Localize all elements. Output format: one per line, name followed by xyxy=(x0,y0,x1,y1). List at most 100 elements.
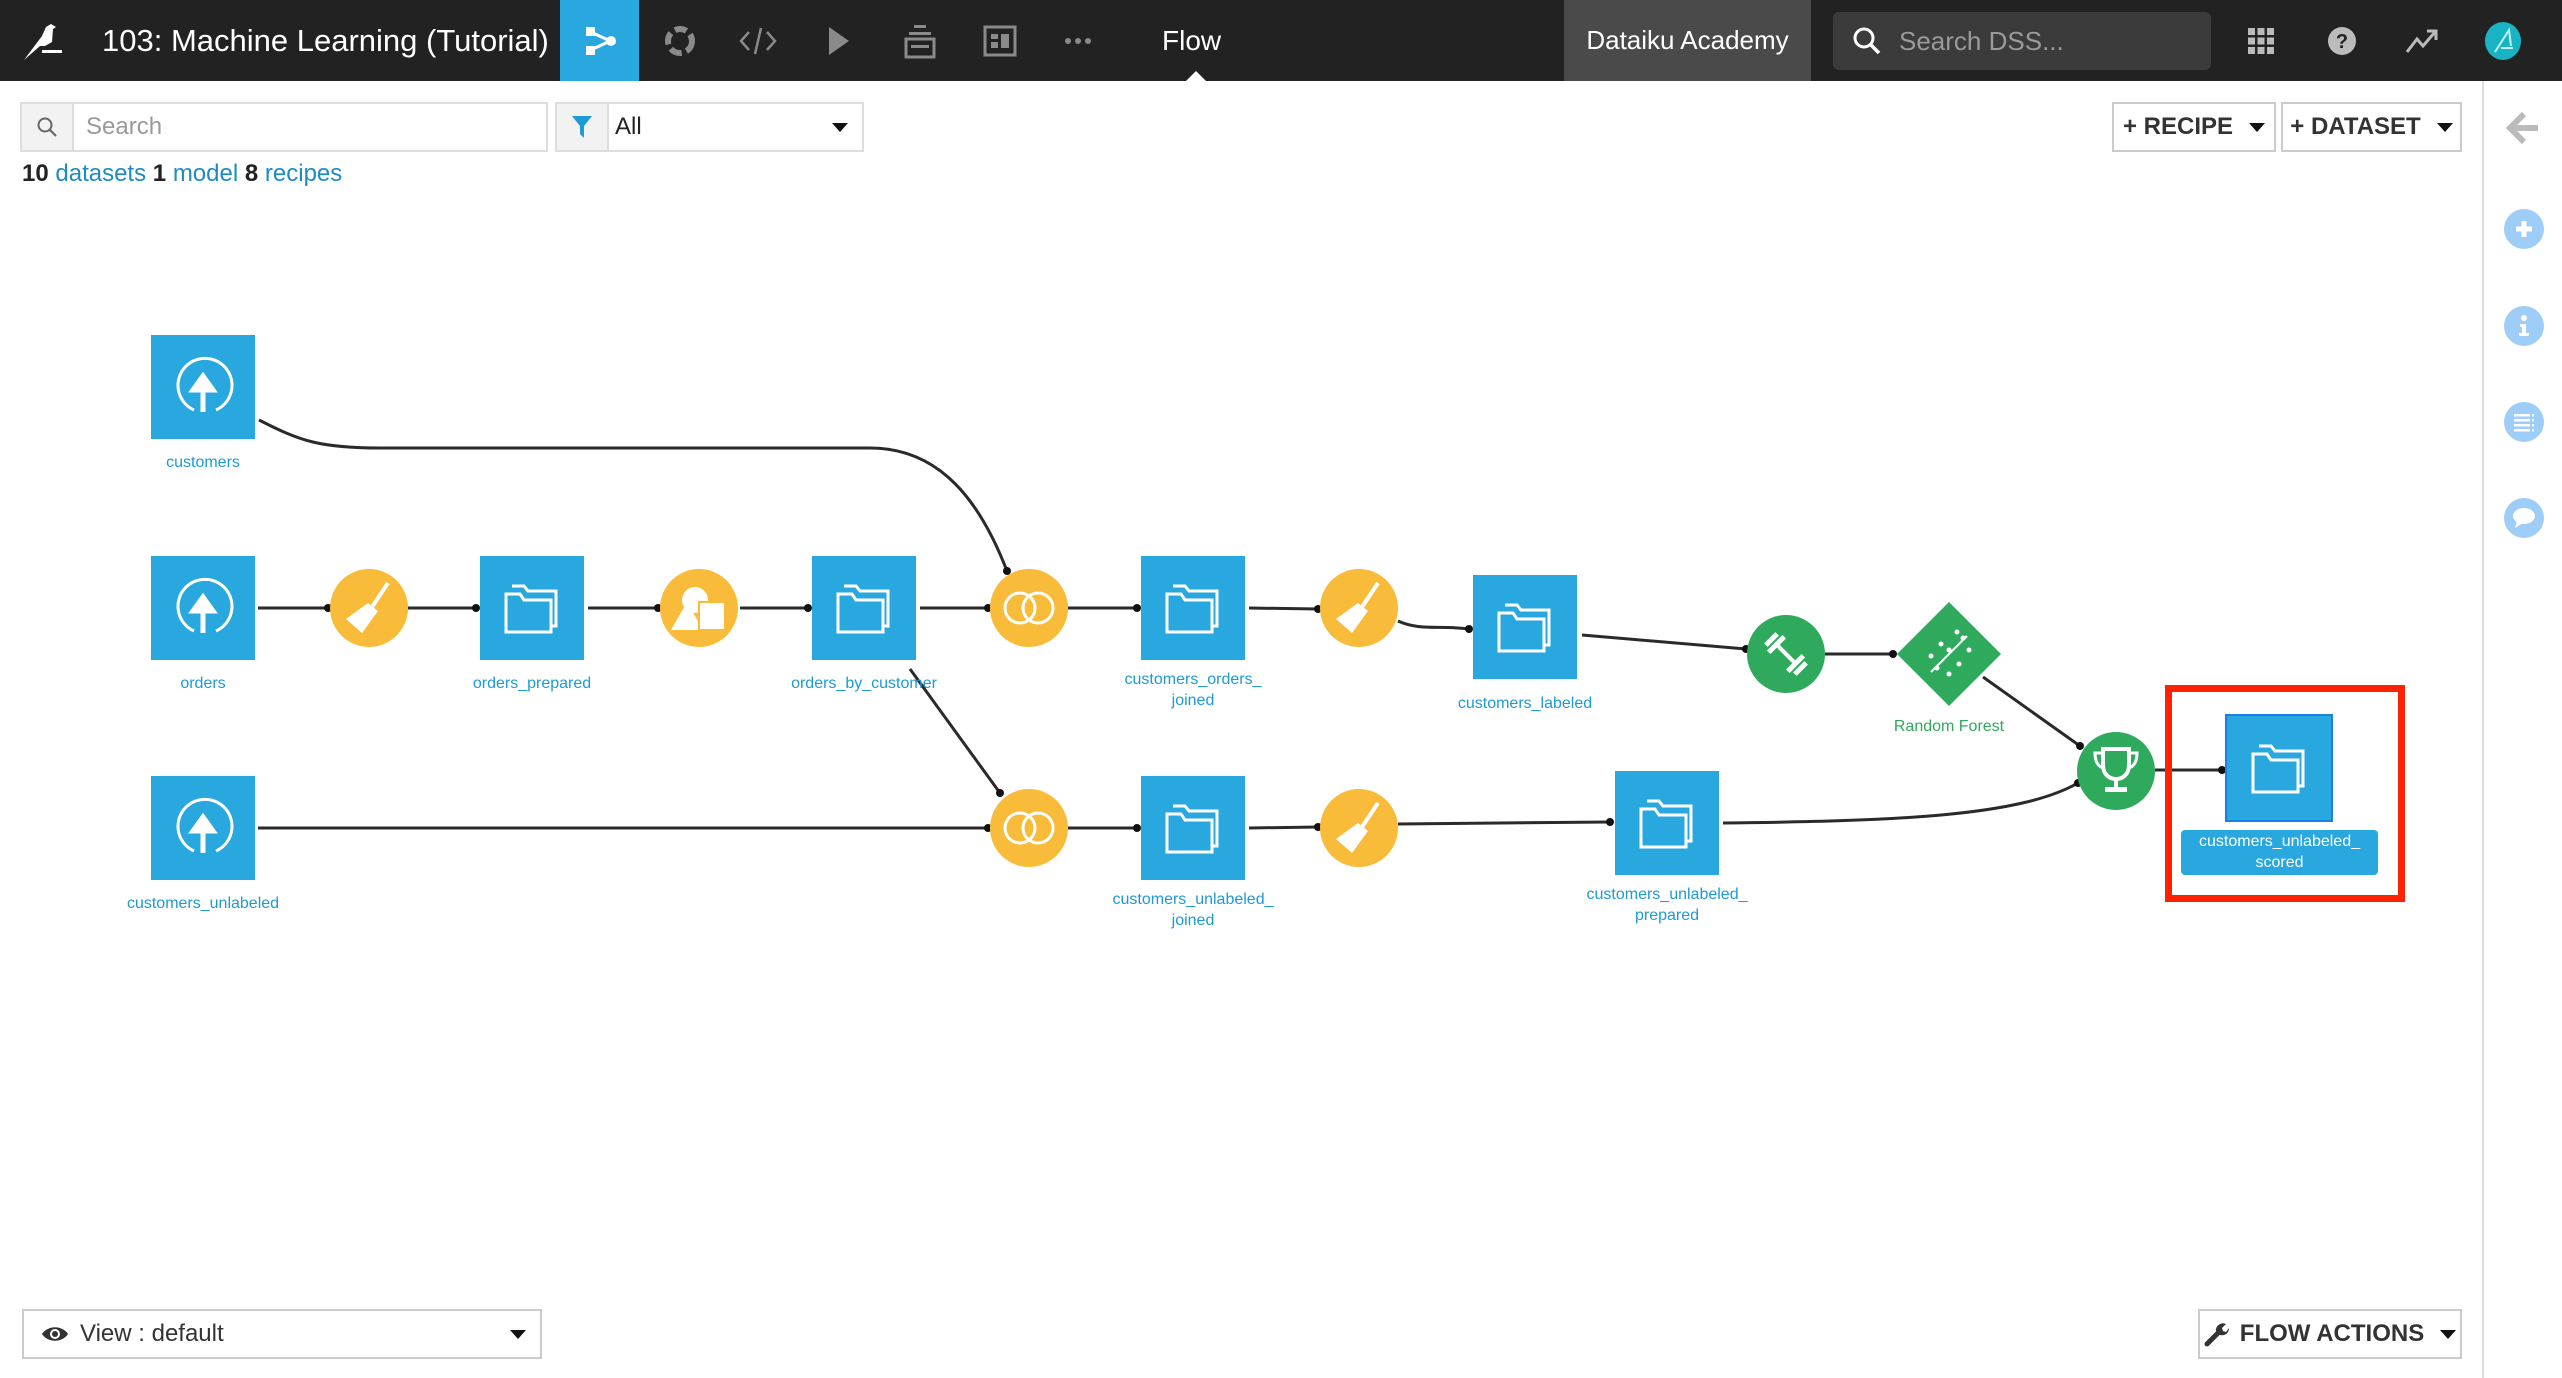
user-avatar[interactable] xyxy=(2485,22,2521,60)
broom-icon xyxy=(1336,581,1380,633)
dataset-orders-prepared[interactable] xyxy=(480,556,584,660)
global-search[interactable] xyxy=(1833,12,2211,70)
list-icon xyxy=(2514,414,2534,432)
dataset-customers[interactable] xyxy=(151,335,255,439)
recipe-prepare-orders[interactable] xyxy=(330,569,408,647)
section-indicator xyxy=(1186,71,1206,81)
label-line: customers_orders_ xyxy=(1124,671,1262,688)
flow-edges xyxy=(258,418,2226,832)
flow-nav-button[interactable] xyxy=(560,0,639,81)
recipe-group-orders[interactable] xyxy=(660,569,738,647)
edge-endpoint xyxy=(1889,650,1897,658)
grid-icon xyxy=(2248,28,2274,54)
label-line: prepared xyxy=(1634,907,1700,924)
label-line: customers_unlabeled_ xyxy=(2199,833,2360,850)
folder-icon xyxy=(836,584,890,634)
dataiku-logo-icon[interactable] xyxy=(20,18,66,64)
dataset-customers-unlabeled-prepared[interactable] xyxy=(1615,771,1719,875)
dataset-label[interactable]: orders xyxy=(103,673,303,694)
more-nav-button[interactable] xyxy=(1056,20,1100,62)
sidebar-discussions-button[interactable] xyxy=(2504,498,2544,538)
run-nav-button[interactable] xyxy=(816,20,860,62)
view-select[interactable]: View : default xyxy=(22,1309,542,1359)
dataset-customers-labeled[interactable] xyxy=(1473,575,1577,679)
sidebar-info-button[interactable] xyxy=(2504,306,2544,346)
plus-icon xyxy=(2516,221,2532,237)
more-icon xyxy=(1065,38,1091,44)
edge-endpoint xyxy=(472,604,480,612)
dashboard-nav-button[interactable] xyxy=(978,20,1022,62)
upload-icon xyxy=(176,797,234,853)
dataset-customers-unlabeled-joined[interactable] xyxy=(1141,776,1245,880)
collapse-sidebar-button[interactable] xyxy=(2505,111,2542,150)
instance-name[interactable]: Dataiku Academy xyxy=(1564,0,1811,81)
dataset-label[interactable]: orders_prepared xyxy=(432,673,632,694)
dumbbell-icon xyxy=(1764,632,1808,676)
help-icon: ? xyxy=(2328,27,2356,55)
edge-customers-join xyxy=(258,418,1009,572)
edge-endpoint xyxy=(1133,604,1141,612)
folder-icon xyxy=(1639,799,1693,849)
top-navigation-bar: 103: Machine Learning (Tutorial) Flow Da… xyxy=(0,0,2562,81)
dataset-customers-orders-joined[interactable] xyxy=(1141,556,1245,660)
recipe-prepare-customers-labeled[interactable] xyxy=(1320,569,1398,647)
dataset-label[interactable]: customers_orders_ joined xyxy=(1093,669,1293,711)
edge-endpoint xyxy=(804,604,812,612)
sidebar-details-button[interactable] xyxy=(2504,402,2544,442)
recipe-prepare-customers-unlabeled[interactable] xyxy=(1320,789,1398,867)
dataset-label[interactable]: customers xyxy=(103,452,303,473)
project-title[interactable]: 103: Machine Learning (Tutorial) xyxy=(102,20,549,62)
edge-prep2-labeled xyxy=(1397,619,1470,631)
recipe-score[interactable] xyxy=(2077,732,2155,810)
search-icon xyxy=(1853,27,1881,55)
help-button[interactable]: ? xyxy=(2321,20,2363,62)
chevron-down-icon xyxy=(510,1330,526,1339)
current-section-label[interactable]: Flow xyxy=(1162,20,1221,62)
label-line: joined xyxy=(1171,912,1215,929)
edge-cuj-prep3 xyxy=(1248,825,1319,830)
dataset-customers-unlabeled[interactable] xyxy=(151,776,255,880)
trophy-icon xyxy=(2093,747,2139,792)
dashboard-icon xyxy=(983,25,1017,57)
comment-icon xyxy=(2513,508,2535,528)
broom-icon xyxy=(346,581,390,633)
recipe-join-customers-orders[interactable] xyxy=(990,569,1068,647)
folder-icon xyxy=(504,584,558,634)
edge-coj-prep2 xyxy=(1248,606,1319,611)
activity-button[interactable] xyxy=(2401,20,2443,62)
model-label[interactable]: Random Forest xyxy=(1849,716,2049,737)
dataset-orders[interactable] xyxy=(151,556,255,660)
recipes-nav-button[interactable] xyxy=(658,20,702,62)
apps-button[interactable] xyxy=(2240,20,2282,62)
saved-model-random-forest[interactable] xyxy=(1897,602,2001,706)
global-search-input[interactable] xyxy=(1897,24,2201,58)
flow-canvas[interactable]: customers orders customers_unlabeled ord… xyxy=(0,81,2482,1378)
code-nav-button[interactable] xyxy=(736,20,780,62)
dataset-customers-unlabeled-scored[interactable] xyxy=(2225,714,2333,822)
dataset-label[interactable]: customers_unlabeled_ prepared xyxy=(1567,884,1767,926)
recipe-train[interactable] xyxy=(1747,615,1825,693)
dataset-label[interactable]: orders_by_customer xyxy=(764,673,964,694)
folder-icon xyxy=(1497,603,1551,653)
label-line: customers_unlabeled_ xyxy=(1586,886,1748,903)
flow-actions-button[interactable]: FLOW ACTIONS xyxy=(2198,1309,2462,1359)
stack-icon xyxy=(904,25,936,59)
sidebar-add-button[interactable] xyxy=(2504,209,2544,249)
edge-endpoint xyxy=(996,789,1004,797)
dataset-label[interactable]: customers_unlabeled_ joined xyxy=(1093,889,1293,931)
view-select-value: View : default xyxy=(80,1320,224,1347)
flow-actions-label: FLOW ACTIONS xyxy=(2239,1320,2425,1347)
dataset-orders-by-customer[interactable] xyxy=(812,556,916,660)
recipe-join-customers-unlabeled[interactable] xyxy=(990,789,1068,867)
folder-icon xyxy=(1165,804,1219,854)
edge-cup-score xyxy=(1722,781,2079,825)
selected-dataset-label[interactable]: customers_unlabeled_ scored xyxy=(2181,830,2378,875)
info-icon xyxy=(2519,315,2529,336)
code-icon xyxy=(739,27,777,55)
dataset-label[interactable]: customers_unlabeled xyxy=(83,893,323,914)
jobs-nav-button[interactable] xyxy=(898,20,942,62)
dataset-label[interactable]: customers_labeled xyxy=(1425,693,1625,714)
user-avatar-icon xyxy=(2494,27,2513,53)
edge-endpoint xyxy=(1133,824,1141,832)
folder-icon xyxy=(1165,584,1219,634)
